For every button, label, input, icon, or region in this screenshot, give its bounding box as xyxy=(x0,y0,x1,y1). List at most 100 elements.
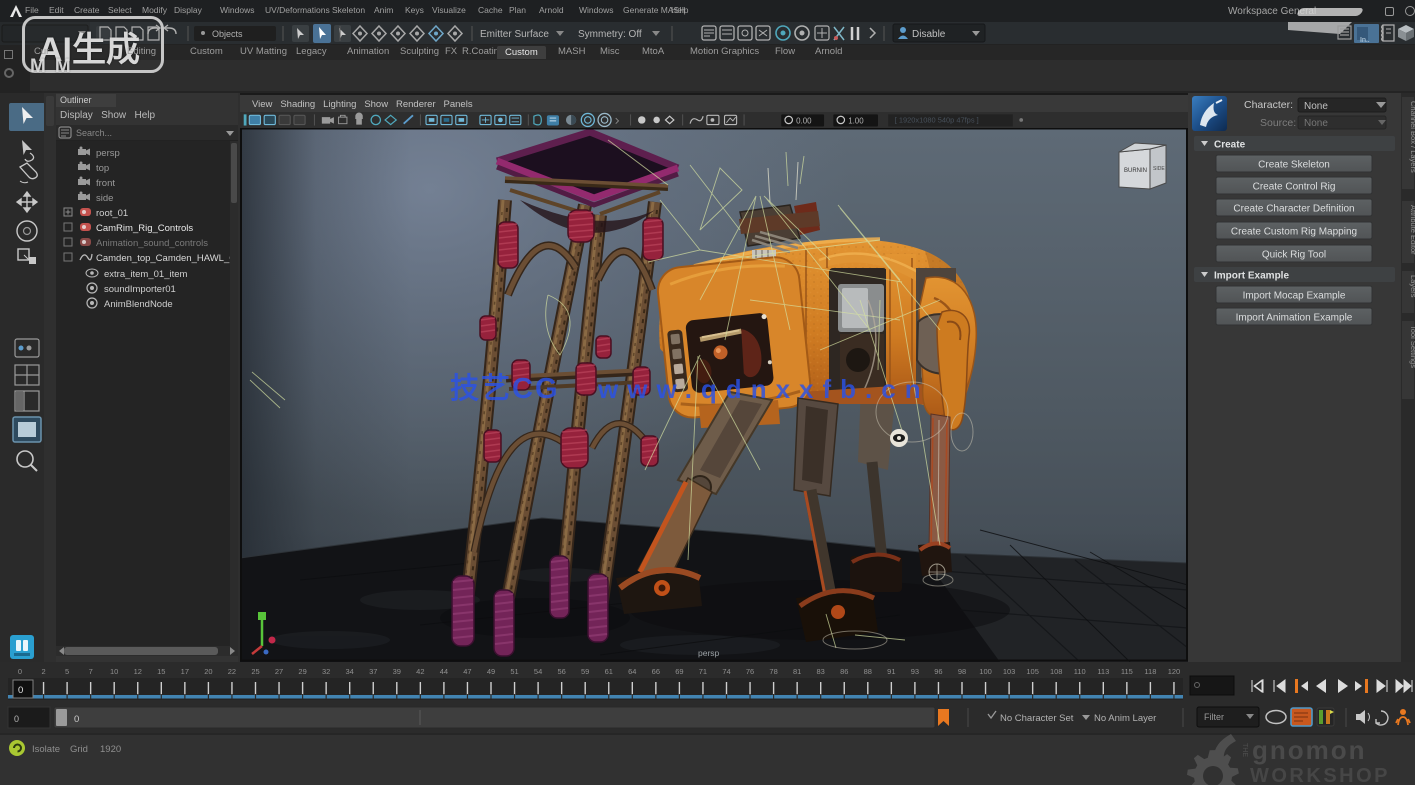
svg-text:5: 5 xyxy=(65,667,69,676)
svg-text:Isolate: Isolate xyxy=(32,744,60,755)
svg-text:69: 69 xyxy=(675,667,683,676)
svg-text:118: 118 xyxy=(1144,667,1156,676)
svg-text:10: 10 xyxy=(110,667,118,676)
svg-text:64: 64 xyxy=(628,667,636,676)
svg-text:12: 12 xyxy=(134,667,142,676)
svg-text:Tool Settings: Tool Settings xyxy=(1409,325,1415,368)
svg-text:83: 83 xyxy=(817,667,825,676)
svg-text:81: 81 xyxy=(793,667,801,676)
svg-text:88: 88 xyxy=(864,667,872,676)
svg-text:Character:: Character: xyxy=(1244,99,1293,111)
svg-text:93: 93 xyxy=(911,667,919,676)
svg-text:AnimBlendNode: AnimBlendNode xyxy=(104,299,173,310)
svg-text:root_01: root_01 xyxy=(96,208,128,219)
svg-text:Grid: Grid xyxy=(70,744,88,755)
svg-text:71: 71 xyxy=(699,667,707,676)
svg-text:Disable: Disable xyxy=(912,29,946,40)
svg-text:25: 25 xyxy=(251,667,259,676)
svg-text:115: 115 xyxy=(1121,667,1133,676)
svg-text:No Character Set: No Character Set xyxy=(1000,713,1074,724)
svg-text:In..: In.. xyxy=(1360,37,1370,44)
svg-text:37: 37 xyxy=(369,667,377,676)
svg-text:39: 39 xyxy=(393,667,401,676)
svg-text:front: front xyxy=(96,178,115,189)
svg-text:76: 76 xyxy=(746,667,754,676)
svg-text:32: 32 xyxy=(322,667,330,676)
svg-text:22: 22 xyxy=(228,667,236,676)
svg-text:56: 56 xyxy=(557,667,565,676)
svg-text:120: 120 xyxy=(1168,667,1181,676)
svg-text:persp: persp xyxy=(96,148,120,159)
svg-text:20: 20 xyxy=(204,667,212,676)
svg-text:Import Example: Import Example xyxy=(1214,271,1289,282)
svg-text:Create Character Definition: Create Character Definition xyxy=(1233,204,1354,215)
svg-text:Create Custom Rig Mapping: Create Custom Rig Mapping xyxy=(1231,227,1357,238)
svg-text:None: None xyxy=(1304,101,1328,112)
svg-text:42: 42 xyxy=(416,667,424,676)
svg-text:17: 17 xyxy=(181,667,189,676)
svg-text:www.qdnxxfb.cn: www.qdnxxfb.cn xyxy=(597,374,930,404)
svg-text:Create: Create xyxy=(1214,140,1246,151)
svg-text:Attribute Editor: Attribute Editor xyxy=(1409,205,1415,255)
svg-text:BURNIN: BURNIN xyxy=(1124,168,1147,174)
svg-text:side: side xyxy=(96,193,113,204)
svg-text:51: 51 xyxy=(510,667,518,676)
svg-text:Create Skeleton: Create Skeleton xyxy=(1258,160,1330,171)
svg-text:Layers: Layers xyxy=(1409,275,1415,298)
svg-text:100: 100 xyxy=(979,667,992,676)
svg-text:Camden_top_Camden_HAWL_CTRL: Camden_top_Camden_HAWL_CTRL xyxy=(96,253,238,264)
svg-text:91: 91 xyxy=(887,667,895,676)
svg-text:49: 49 xyxy=(487,667,495,676)
svg-text:7: 7 xyxy=(89,667,93,676)
svg-text:110: 110 xyxy=(1074,667,1086,676)
svg-text:Quick Rig Tool: Quick Rig Tool xyxy=(1262,250,1326,261)
svg-text:Emitter Surface: Emitter Surface xyxy=(480,29,549,40)
svg-text:persp: persp xyxy=(698,648,720,658)
svg-text:Source:: Source: xyxy=(1260,117,1296,129)
svg-text:Objects: Objects xyxy=(212,29,243,39)
svg-text:0: 0 xyxy=(74,714,79,725)
svg-text:47: 47 xyxy=(463,667,471,676)
svg-text:15: 15 xyxy=(157,667,165,676)
svg-text:Import Mocap Example: Import Mocap Example xyxy=(1243,291,1346,302)
svg-text:0: 0 xyxy=(18,685,23,696)
svg-text:Symmetry: Off: Symmetry: Off xyxy=(578,29,642,40)
svg-text:96: 96 xyxy=(934,667,942,676)
svg-text:THE: THE xyxy=(1241,743,1248,757)
svg-text:44: 44 xyxy=(440,667,448,676)
svg-text:CamRim_Rig_Controls: CamRim_Rig_Controls xyxy=(96,223,193,234)
svg-text:98: 98 xyxy=(958,667,966,676)
svg-text:0: 0 xyxy=(14,714,19,724)
svg-text:59: 59 xyxy=(581,667,589,676)
svg-text:WORKSHOP: WORKSHOP xyxy=(1250,765,1390,785)
svg-text:54: 54 xyxy=(534,667,542,676)
svg-text:1920: 1920 xyxy=(100,744,121,755)
svg-text:113: 113 xyxy=(1097,667,1109,676)
svg-text:None: None xyxy=(1304,118,1328,129)
svg-text:gnomon: gnomon xyxy=(1252,735,1367,765)
svg-text:[ 1920x1080 540p 47fps ]: [ 1920x1080 540p 47fps ] xyxy=(895,116,979,125)
svg-text:105: 105 xyxy=(1026,667,1039,676)
svg-text:Create Control Rig: Create Control Rig xyxy=(1253,182,1336,193)
svg-text:27: 27 xyxy=(275,667,283,676)
svg-text:86: 86 xyxy=(840,667,848,676)
svg-text:Import Animation Example: Import Animation Example xyxy=(1236,313,1353,324)
svg-text:74: 74 xyxy=(722,667,730,676)
svg-text:SIDE: SIDE xyxy=(1153,166,1165,172)
svg-text:技艺CG: 技艺CG xyxy=(450,372,560,405)
svg-text:103: 103 xyxy=(1003,667,1016,676)
svg-text:1.00: 1.00 xyxy=(848,117,864,126)
svg-text:Channel Box / Layers: Channel Box / Layers xyxy=(1409,101,1415,173)
svg-text:Animation_sound_controls: Animation_sound_controls xyxy=(96,238,208,249)
svg-text:61: 61 xyxy=(605,667,613,676)
svg-text:Filter: Filter xyxy=(1204,712,1224,722)
svg-text:No Anim Layer: No Anim Layer xyxy=(1094,713,1156,724)
svg-text:66: 66 xyxy=(652,667,660,676)
svg-text:34: 34 xyxy=(346,667,354,676)
svg-text:2: 2 xyxy=(41,667,45,676)
svg-text:soundImporter01: soundImporter01 xyxy=(104,284,176,295)
svg-text:top: top xyxy=(96,163,109,174)
svg-text:extra_item_01_item: extra_item_01_item xyxy=(104,269,188,280)
svg-text:0: 0 xyxy=(18,667,22,676)
svg-text:0.00: 0.00 xyxy=(796,117,812,126)
